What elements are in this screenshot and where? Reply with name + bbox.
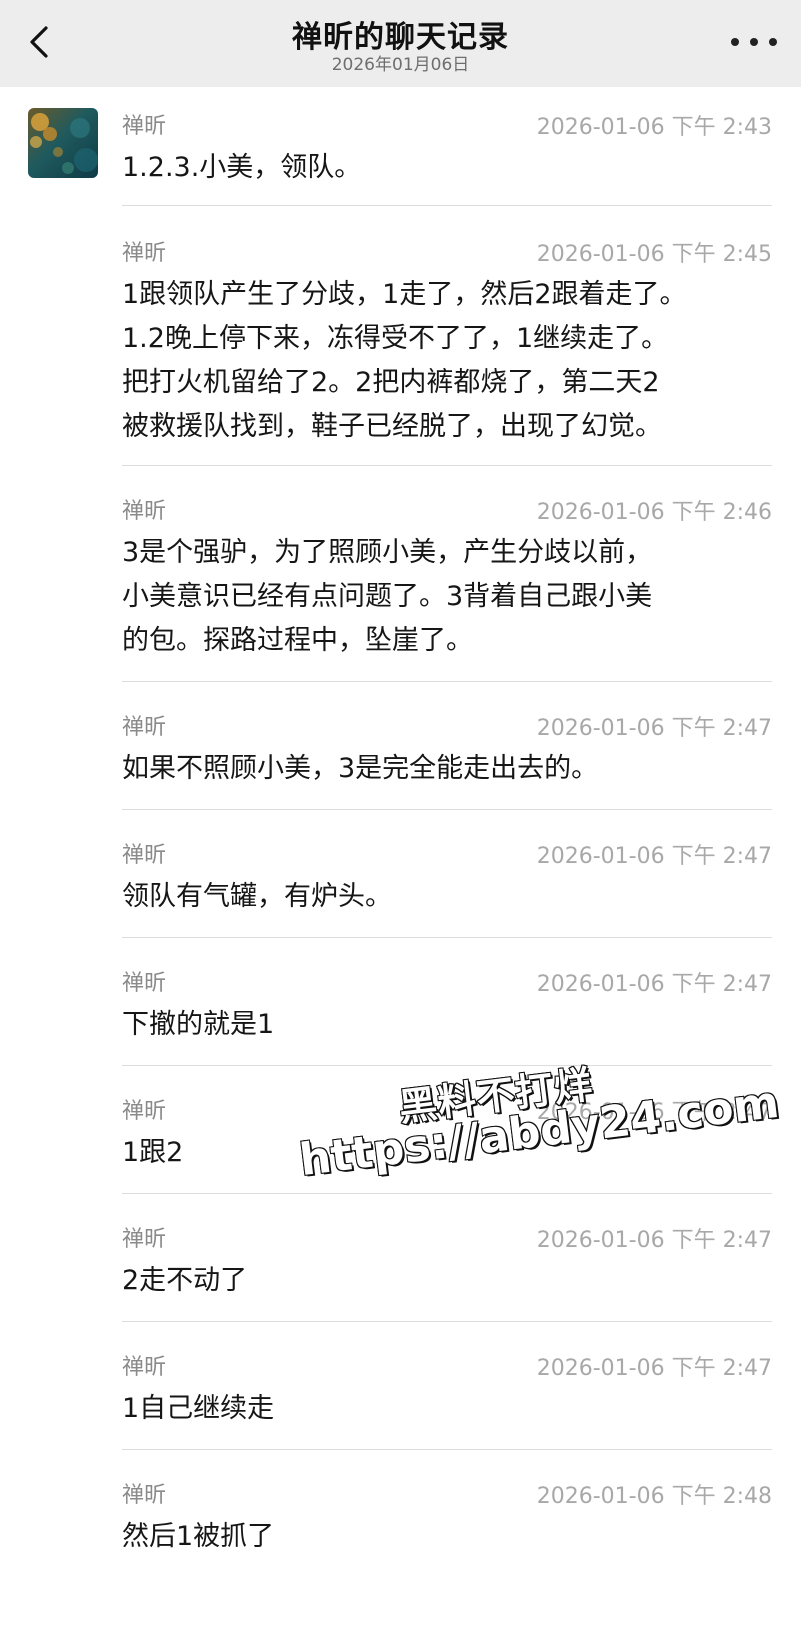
message-time: 2026-01-06 下午 2:47	[536, 972, 772, 997]
message-time: 2026-01-06 下午 2:45	[536, 242, 772, 267]
message-time: 2026-01-06 下午 2:47	[536, 716, 772, 741]
divider	[122, 465, 772, 466]
sender-name: 禅昕	[122, 1099, 167, 1124]
divider	[122, 1193, 772, 1194]
message-time: 2026-01-06 下午 2:46	[536, 500, 772, 525]
chat-header: 禅昕的聊天记录 2026年01月06日	[0, 0, 801, 87]
message-text: 1跟2	[122, 1137, 184, 1168]
message-text: 然后1被抓了	[122, 1521, 275, 1552]
sender-name: 禅昕	[122, 499, 167, 524]
message-time: 2026-01-06 下午 2:47	[536, 844, 772, 869]
divider	[122, 681, 772, 682]
divider	[122, 1449, 772, 1450]
message-time: 2026-01-06 下午 2:43	[536, 115, 772, 140]
more-button[interactable]	[731, 22, 777, 62]
message-text: 1.2.3.小美，领队。	[122, 152, 362, 183]
ellipsis-icon	[731, 38, 739, 46]
divider	[122, 809, 772, 810]
sender-name: 禅昕	[122, 1355, 167, 1380]
message-text: 如果不照顾小美，3是完全能走出去的。	[122, 753, 599, 784]
sender-name: 禅昕	[122, 843, 167, 868]
message-time: 2026-01-06 下午 2:47	[536, 1356, 772, 1381]
message-text: 领队有气罐，有炉头。	[122, 881, 392, 912]
message-time: 2026-01-06 下午 2:47	[536, 1228, 772, 1253]
divider	[122, 1065, 772, 1066]
sender-name: 禅昕	[122, 1483, 167, 1508]
page-subtitle-date: 2026年01月06日	[331, 55, 470, 75]
message-time: 2026-01-06 下午 2:47	[536, 1100, 772, 1125]
divider	[122, 1321, 772, 1322]
ellipsis-icon	[769, 38, 777, 46]
message-time: 2026-01-06 下午 2:48	[536, 1484, 772, 1509]
sender-name: 禅昕	[122, 241, 167, 266]
divider	[122, 205, 772, 206]
sender-name: 禅昕	[122, 1227, 167, 1252]
sender-name: 禅昕	[122, 114, 167, 139]
divider	[122, 937, 772, 938]
ellipsis-icon	[750, 38, 758, 46]
message-text: 1自己继续走	[122, 1393, 275, 1424]
sender-name: 禅昕	[122, 715, 167, 740]
message-text: 3是个强驴，为了照顾小美，产生分歧以前， 小美意识已经有点问题了。3背着自己跟小…	[122, 537, 653, 656]
sender-name: 禅昕	[122, 971, 167, 996]
message-text: 下撤的就是1	[122, 1009, 275, 1040]
avatar[interactable]	[28, 108, 98, 178]
message-text: 2走不动了	[122, 1265, 248, 1296]
message-text: 1跟领队产生了分歧，1走了，然后2跟着走了。 1.2晚上停下来，冻得受不了了，1…	[122, 279, 687, 442]
